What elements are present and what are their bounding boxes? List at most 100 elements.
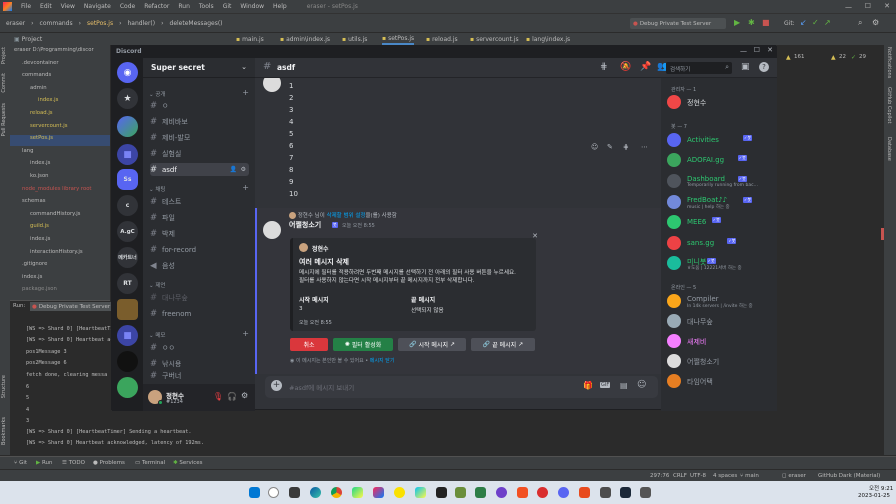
threads-icon[interactable]: ⋕: [600, 62, 608, 72]
channel-item[interactable]: # for-record: [150, 243, 249, 256]
member-item[interactable]: 새제비: [667, 333, 772, 351]
gear-icon[interactable]: ⚙: [241, 391, 248, 400]
tool-bookmarks[interactable]: Bookmarks: [1, 417, 7, 445]
cancel-button[interactable]: 취소: [290, 338, 328, 351]
github-desktop-icon[interactable]: [496, 487, 507, 498]
editor-tab-active[interactable]: ▪ setPos.js: [382, 34, 415, 45]
member-item-bot[interactable]: sans.gg ✓봇: [667, 235, 772, 253]
dismiss-message-link[interactable]: 메시지 닫기: [370, 358, 395, 364]
end-message-link-button[interactable]: 🔗 끝 메시지 ↗: [471, 338, 535, 351]
server-icon[interactable]: [117, 377, 138, 398]
pin-icon[interactable]: 📌: [640, 62, 651, 72]
settings-icon[interactable]: ⚙: [872, 18, 879, 27]
git-push-icon[interactable]: ↗: [824, 18, 831, 27]
tab-problems[interactable]: ● Problems: [93, 460, 125, 466]
channel-item[interactable]: # 낚시용: [150, 357, 249, 370]
run-config-select[interactable]: ● Debug Private Test Server: [630, 18, 726, 29]
category-chat[interactable]: ⌄ 채팅: [149, 185, 165, 193]
nitro-icon[interactable]: ★: [117, 88, 138, 109]
tab-todo[interactable]: ☰ TODO: [62, 460, 85, 466]
member-item[interactable]: 어쩔청소기: [667, 353, 772, 371]
project-tree-item[interactable]: reload.js: [30, 110, 53, 116]
member-item-bot[interactable]: FredBoat♪♪ ✓봇 music | help 하는 중: [667, 194, 772, 212]
channel-item-active[interactable]: # asdf 👤 ⚙: [150, 163, 249, 176]
start-icon[interactable]: [249, 487, 260, 498]
editor-tab[interactable]: ▪ servercount.js: [470, 34, 519, 45]
tab-run[interactable]: ▶ Run: [36, 460, 53, 466]
mute-icon[interactable]: 🎙: [213, 392, 223, 401]
project-tree-item[interactable]: index.js: [30, 160, 50, 166]
avatar[interactable]: [263, 221, 281, 239]
search-input[interactable]: 검색하기 ⌕: [666, 62, 732, 74]
server-icon[interactable]: [117, 351, 138, 372]
member-item-bot[interactable]: ADOFAI.gg ✓봇: [667, 152, 772, 170]
gif-icon[interactable]: GIF: [600, 382, 611, 388]
project-tree-item[interactable]: schemas: [22, 198, 45, 204]
add-channel-icon[interactable]: +: [242, 329, 249, 338]
member-item[interactable]: 정현수: [667, 94, 772, 112]
project-tree-item[interactable]: lang: [22, 148, 33, 154]
tool-notifications[interactable]: Notifications: [886, 47, 892, 78]
channel-item[interactable]: ◀ 음성: [150, 259, 249, 272]
search-icon[interactable]: [268, 487, 279, 498]
git-update-icon[interactable]: ↙: [800, 18, 807, 27]
maximize-icon[interactable]: ☐: [865, 2, 871, 10]
breadcrumb-function[interactable]: handler(): [128, 20, 156, 27]
member-item[interactable]: 타임어택: [667, 373, 772, 391]
project-tree-item[interactable]: admin: [30, 85, 47, 91]
editor-tab[interactable]: ▪ admin\index.js: [280, 34, 330, 45]
app-icon[interactable]: [475, 487, 486, 498]
project-tree-item[interactable]: interactionHistory.js: [30, 249, 83, 255]
minecraft-icon[interactable]: [455, 487, 466, 498]
project-tree-item[interactable]: index.js: [30, 236, 50, 242]
tool-pull-requests[interactable]: Pull Requests: [1, 103, 7, 136]
project-tree-item[interactable]: guild.js: [30, 223, 49, 229]
project-tree-item[interactable]: .gitignore: [22, 261, 47, 267]
menu-git[interactable]: Git: [223, 3, 232, 10]
category-related[interactable]: ⌄ 제언: [149, 281, 165, 289]
minimize-icon[interactable]: —: [845, 3, 852, 11]
member-item[interactable]: Compiler In 14k servers | /invite 하는 중: [667, 293, 772, 311]
tool-project[interactable]: Project: [1, 47, 7, 64]
maximize-icon[interactable]: ☐: [754, 46, 760, 54]
tab-terminal[interactable]: ▭ Terminal: [135, 460, 165, 466]
menu-view[interactable]: View: [61, 3, 75, 10]
category-public[interactable]: ⌄ 공개: [149, 90, 165, 98]
server-icon[interactable]: [117, 299, 138, 320]
project-tree-item[interactable]: eraser D:\Programming\discor: [14, 47, 94, 53]
help-icon[interactable]: ?: [759, 62, 769, 72]
attach-plus-icon[interactable]: +: [271, 380, 282, 391]
app-icon[interactable]: [600, 487, 611, 498]
pycharm-icon[interactable]: [352, 487, 363, 498]
member-item-bot[interactable]: Dashboard ✓봇 Temporarily running from bac.…: [667, 173, 772, 191]
menu-edit[interactable]: Edit: [40, 3, 52, 10]
steam-icon[interactable]: [620, 487, 631, 498]
server-icon-rt[interactable]: RT: [117, 273, 138, 294]
menu-help[interactable]: Help: [273, 3, 287, 10]
breadcrumb-file[interactable]: setPos.js: [87, 20, 113, 27]
channel-item[interactable]: # 대나무숲: [150, 291, 249, 304]
close-icon[interactable]: ✕: [884, 2, 890, 10]
breadcrumb-project[interactable]: eraser: [6, 20, 25, 27]
server-icon-c[interactable]: c: [117, 195, 138, 216]
emoji-icon[interactable]: ☺: [637, 380, 646, 390]
breadcrumb-function[interactable]: deleteMessages(): [170, 20, 223, 27]
channel-item[interactable]: # 테스트: [150, 195, 249, 208]
message-author[interactable]: 어쩔청소기: [289, 220, 321, 230]
project-tree-item[interactable]: servercount.js: [30, 123, 68, 129]
channel-item[interactable]: # ㅇㅇ: [150, 341, 249, 354]
tray-clock-time[interactable]: 오전 9:21: [869, 484, 893, 492]
command-name[interactable]: 삭제할 범위 설정: [327, 213, 366, 219]
server-folder-icon[interactable]: ■: [117, 325, 138, 346]
close-icon[interactable]: ✕: [767, 46, 773, 54]
inbox-icon[interactable]: ▣: [741, 62, 750, 72]
search-everywhere-icon[interactable]: ⌕: [858, 18, 862, 28]
tray-clock-date[interactable]: 2023-01-25: [858, 493, 890, 499]
add-reaction-icon[interactable]: ☺: [591, 143, 598, 151]
editor-tab[interactable]: ▪ lang\index.js: [526, 34, 570, 45]
editor-tab[interactable]: ▪ reload.js: [426, 34, 458, 45]
tool-database[interactable]: Database: [886, 137, 892, 161]
edge-icon[interactable]: [310, 487, 321, 498]
server-icon-ss[interactable]: Ss: [117, 169, 138, 190]
tool-github-copilot[interactable]: GitHub Copilot: [886, 87, 892, 123]
